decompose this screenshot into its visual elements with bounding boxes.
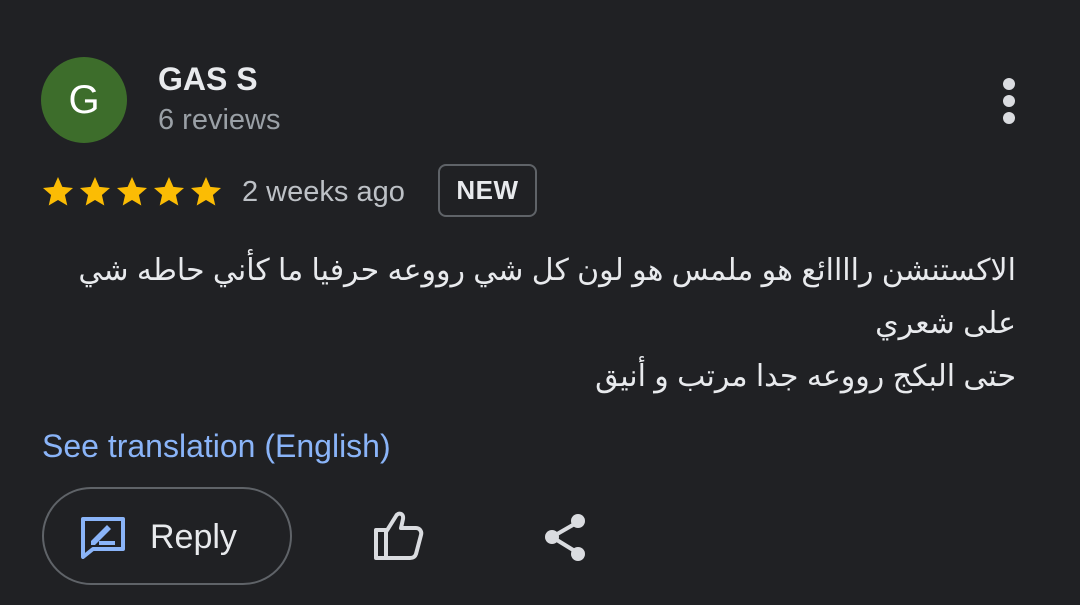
star-icon: [40, 172, 76, 212]
share-icon: [545, 514, 585, 561]
review-card: G GAS S 6 reviews 2 weeks ago NEW الاكست…: [0, 0, 1080, 605]
review-text-line: الاكستنشن راااائع هو ملمس هو لون كل شي ر…: [78, 254, 1016, 287]
star-icon: [77, 172, 113, 212]
new-badge: NEW: [438, 164, 537, 217]
more-vert-icon: [1003, 78, 1015, 90]
avatar-letter: G: [68, 78, 100, 122]
review-text-line: حتى البكج رووعه جدا مرتب و أنيق: [595, 360, 1016, 393]
reply-label: Reply: [150, 518, 237, 556]
see-translation-link[interactable]: See translation (English): [42, 425, 391, 467]
star-icon: [151, 172, 187, 212]
review-text-line: على شعري: [875, 307, 1016, 340]
more-options-button[interactable]: [990, 74, 1030, 128]
thumb-up-icon: [374, 511, 424, 560]
star-icon: [114, 172, 150, 212]
share-button[interactable]: [540, 510, 592, 566]
review-date: 2 weeks ago: [242, 176, 405, 208]
review-text: الاكستنشن راااائع هو ملمس هو لون كل شي ر…: [41, 244, 1016, 403]
like-button[interactable]: [368, 508, 428, 564]
review-count: 6 reviews: [158, 104, 281, 136]
reply-button[interactable]: Reply: [42, 487, 292, 585]
star-icon: [188, 172, 224, 212]
avatar[interactable]: G: [41, 57, 127, 143]
reply-icon: [81, 517, 125, 559]
star-rating: [40, 172, 224, 212]
author-name[interactable]: GAS S: [158, 60, 258, 98]
